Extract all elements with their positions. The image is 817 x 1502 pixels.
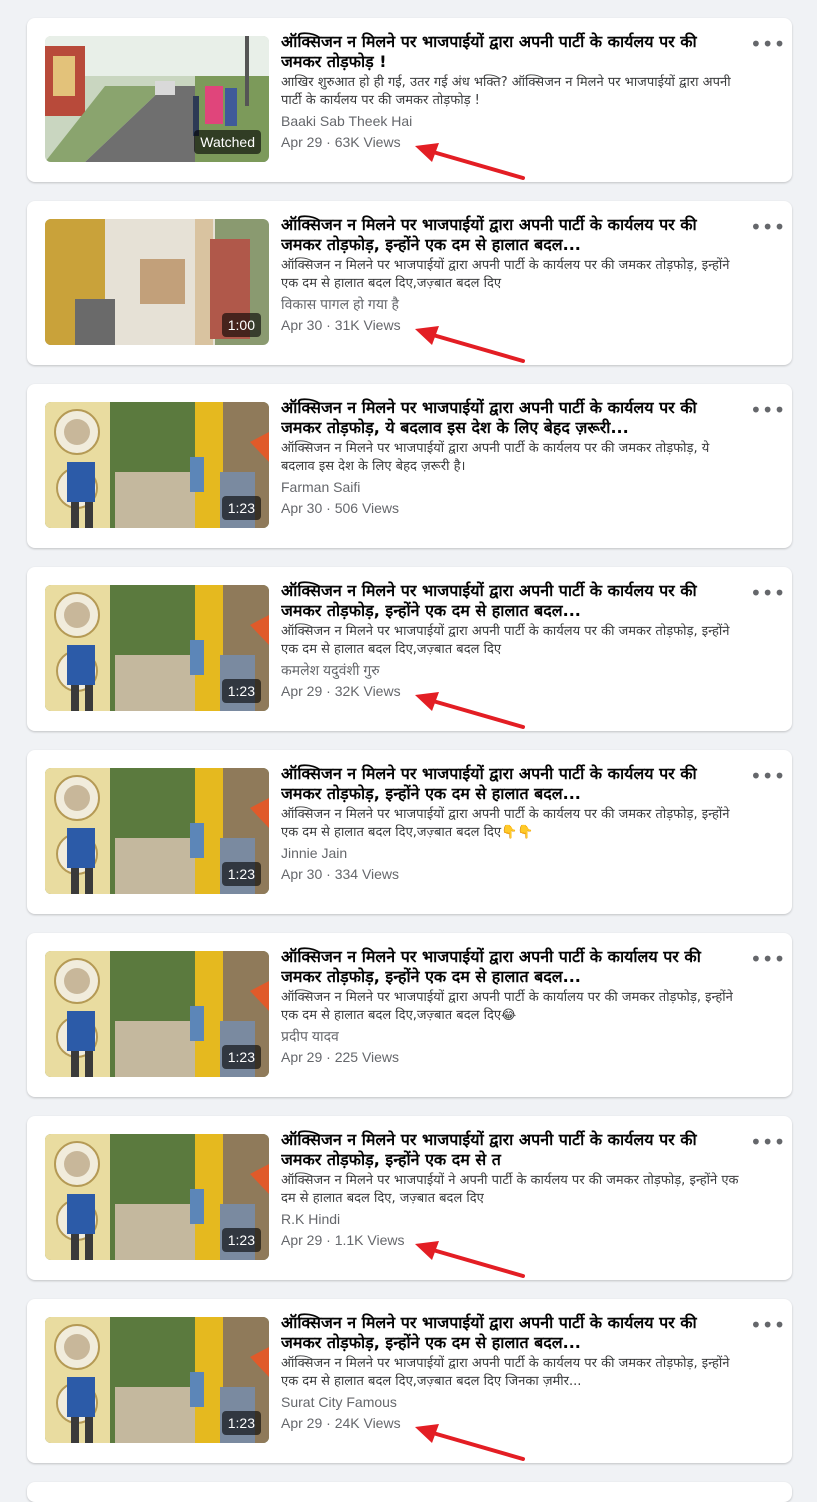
video-meta: Apr 29 · 32K Views: [281, 683, 401, 699]
video-description: ऑक्सिजन न मिलने पर भाजपाईयों द्वारा अपनी…: [281, 624, 730, 657]
video-description: ऑक्सिजन न मिलने पर भाजपाईयों द्वारा अपनी…: [281, 807, 730, 840]
duration-badge: 1:23: [221, 862, 261, 886]
video-meta: Apr 29 · 63K Views: [281, 134, 401, 150]
video-description: ऑक्सिजन न मिलने पर भाजपाईयों द्वारा अपनी…: [281, 990, 733, 1023]
duration-badge: 1:23: [221, 1411, 261, 1435]
video-info: ऑक्सिजन न मिलने पर भाजपाईयों द्वारा अपनी…: [281, 1130, 741, 1250]
more-options-icon[interactable]: •••: [750, 766, 785, 786]
video-card[interactable]: 1:23 ऑक्सिजन न मिलने पर भाजपाईयों द्वारा…: [27, 933, 792, 1097]
video-thumbnail[interactable]: 1:23: [45, 1134, 269, 1260]
watched-badge: Watched: [194, 130, 261, 154]
video-info: ऑक्सिजन न मिलने पर भाजपाईयों द्वारा अपनी…: [281, 1313, 741, 1433]
video-card[interactable]: 1:23 ऑक्सिजन न मिलने पर भाजपाईयों द्वारा…: [27, 1116, 792, 1280]
channel-name[interactable]: प्रदीप यादव: [281, 1027, 741, 1045]
video-card[interactable]: 1:23 ऑक्सिजन न मिलने पर भाजपाईयों द्वारा…: [27, 750, 792, 914]
duration-badge: 1:23: [221, 1228, 261, 1252]
next-video-card-partial[interactable]: [27, 1482, 792, 1502]
video-title[interactable]: ऑक्सिजन न मिलने पर भाजपाईयों द्वारा अपनी…: [281, 1130, 741, 1170]
more-options-icon[interactable]: •••: [750, 949, 785, 969]
channel-name[interactable]: Surat City Famous: [281, 1393, 741, 1411]
video-info: ऑक्सिजन न मिलने पर भाजपाईयों द्वारा अपनी…: [281, 32, 741, 152]
more-options-icon[interactable]: •••: [750, 400, 785, 420]
video-meta: Apr 29 · 24K Views: [281, 1415, 401, 1431]
more-options-icon[interactable]: •••: [750, 217, 785, 237]
video-description: आखिर शुरुआत हो ही गई, उतर गई अंध भक्ति? …: [281, 75, 731, 108]
duration-badge: 1:23: [221, 1045, 261, 1069]
video-title[interactable]: ऑक्सिजन न मिलने पर भाजपाईयों द्वारा अपनी…: [281, 581, 741, 621]
video-info: ऑक्सिजन न मिलने पर भाजपाईयों द्वारा अपनी…: [281, 398, 741, 518]
channel-name[interactable]: Baaki Sab Theek Hai: [281, 112, 741, 130]
video-card[interactable]: 1:23 ऑक्सिजन न मिलने पर भाजपाईयों द्वारा…: [27, 384, 792, 548]
video-title[interactable]: ऑक्सिजन न मिलने पर भाजपाईयों द्वारा अपनी…: [281, 764, 741, 804]
more-options-icon[interactable]: •••: [750, 1315, 785, 1335]
video-card[interactable]: 1:23 ऑक्सिजन न मिलने पर भाजपाईयों द्वारा…: [27, 1299, 792, 1463]
duration-badge: 1:23: [221, 679, 261, 703]
video-thumbnail[interactable]: Watched: [45, 36, 269, 162]
duration-badge: 1:23: [221, 496, 261, 520]
channel-name[interactable]: कमलेश यदुवंशी गुरु: [281, 661, 741, 679]
channel-name[interactable]: Farman Saifi: [281, 478, 741, 496]
video-description: ऑक्सिजन न मिलने पर भाजपाईयों द्वारा अपनी…: [281, 1356, 730, 1389]
channel-name[interactable]: विकास पागल हो गया है: [281, 295, 741, 313]
video-thumbnail[interactable]: 1:23: [45, 585, 269, 711]
video-title[interactable]: ऑक्सिजन न मिलने पर भाजपाईयों द्वारा अपनी…: [281, 1313, 741, 1353]
video-info: ऑक्सिजन न मिलने पर भाजपाईयों द्वारा अपनी…: [281, 215, 741, 335]
video-thumbnail[interactable]: 1:23: [45, 951, 269, 1077]
channel-name[interactable]: R.K Hindi: [281, 1210, 741, 1228]
video-card[interactable]: 1:23 ऑक्सिजन न मिलने पर भाजपाईयों द्वारा…: [27, 567, 792, 731]
video-card[interactable]: Watched ऑक्सिजन न मिलने पर भाजपाईयों द्व…: [27, 18, 792, 182]
more-options-icon[interactable]: •••: [750, 1132, 785, 1152]
video-title[interactable]: ऑक्सिजन न मिलने पर भाजपाईयों द्वारा अपनी…: [281, 947, 741, 987]
video-meta: Apr 29 · 225 Views: [281, 1049, 400, 1065]
video-card[interactable]: 1:00 ऑक्सिजन न मिलने पर भाजपाईयों द्वारा…: [27, 201, 792, 365]
video-title[interactable]: ऑक्सिजन न मिलने पर भाजपाईयों द्वारा अपनी…: [281, 32, 741, 72]
video-meta: Apr 30 · 506 Views: [281, 500, 400, 516]
video-description: ऑक्सिजन न मिलने पर भाजपाईयों द्वारा अपनी…: [281, 441, 710, 474]
video-meta: Apr 29 · 1.1K Views: [281, 1232, 405, 1248]
video-info: ऑक्सिजन न मिलने पर भाजपाईयों द्वारा अपनी…: [281, 581, 741, 701]
video-title[interactable]: ऑक्सिजन न मिलने पर भाजपाईयों द्वारा अपनी…: [281, 215, 741, 255]
video-info: ऑक्सिजन न मिलने पर भाजपाईयों द्वारा अपनी…: [281, 947, 741, 1067]
more-options-icon[interactable]: •••: [750, 34, 785, 54]
video-thumbnail[interactable]: 1:23: [45, 402, 269, 528]
video-info: ऑक्सिजन न मिलने पर भाजपाईयों द्वारा अपनी…: [281, 764, 741, 884]
duration-badge: 1:00: [221, 313, 261, 337]
video-thumbnail[interactable]: 1:23: [45, 768, 269, 894]
video-meta: Apr 30 · 334 Views: [281, 866, 400, 882]
video-description: ऑक्सिजन न मिलने पर भाजपाईयों द्वारा अपनी…: [281, 258, 730, 291]
more-options-icon[interactable]: •••: [750, 583, 785, 603]
video-meta: Apr 30 · 31K Views: [281, 317, 401, 333]
video-thumbnail[interactable]: 1:00: [45, 219, 269, 345]
channel-name[interactable]: Jinnie Jain: [281, 844, 741, 862]
video-title[interactable]: ऑक्सिजन न मिलने पर भाजपाईयों द्वारा अपनी…: [281, 398, 741, 438]
video-thumbnail[interactable]: 1:23: [45, 1317, 269, 1443]
video-description: ऑक्सिजन न मिलने पर भाजपाईयों ने अपनी पार…: [281, 1173, 739, 1206]
